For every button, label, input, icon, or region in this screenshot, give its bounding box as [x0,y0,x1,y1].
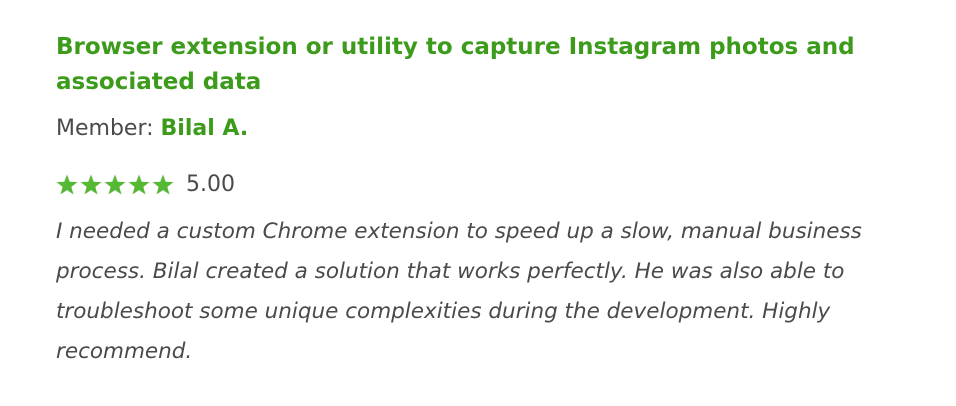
star-rating-icons [56,174,174,195]
star-icon [128,174,150,195]
member-label: Member: [56,116,161,141]
rating-row: 5.00 [56,168,235,202]
star-icon [56,174,78,195]
star-rating [56,174,176,196]
member-line: Member: Bilal A. [56,114,248,144]
star-icon [104,174,126,195]
review-card: Browser extension or utility to capture … [0,0,956,406]
member-name-link[interactable]: Bilal A. [161,116,249,141]
review-body: I needed a custom Chrome extension to sp… [56,219,862,364]
review-title-link[interactable]: Browser extension or utility to capture … [56,30,936,100]
star-icon [80,174,102,195]
rating-value: 5.00 [186,172,235,197]
star-icon [152,174,174,195]
